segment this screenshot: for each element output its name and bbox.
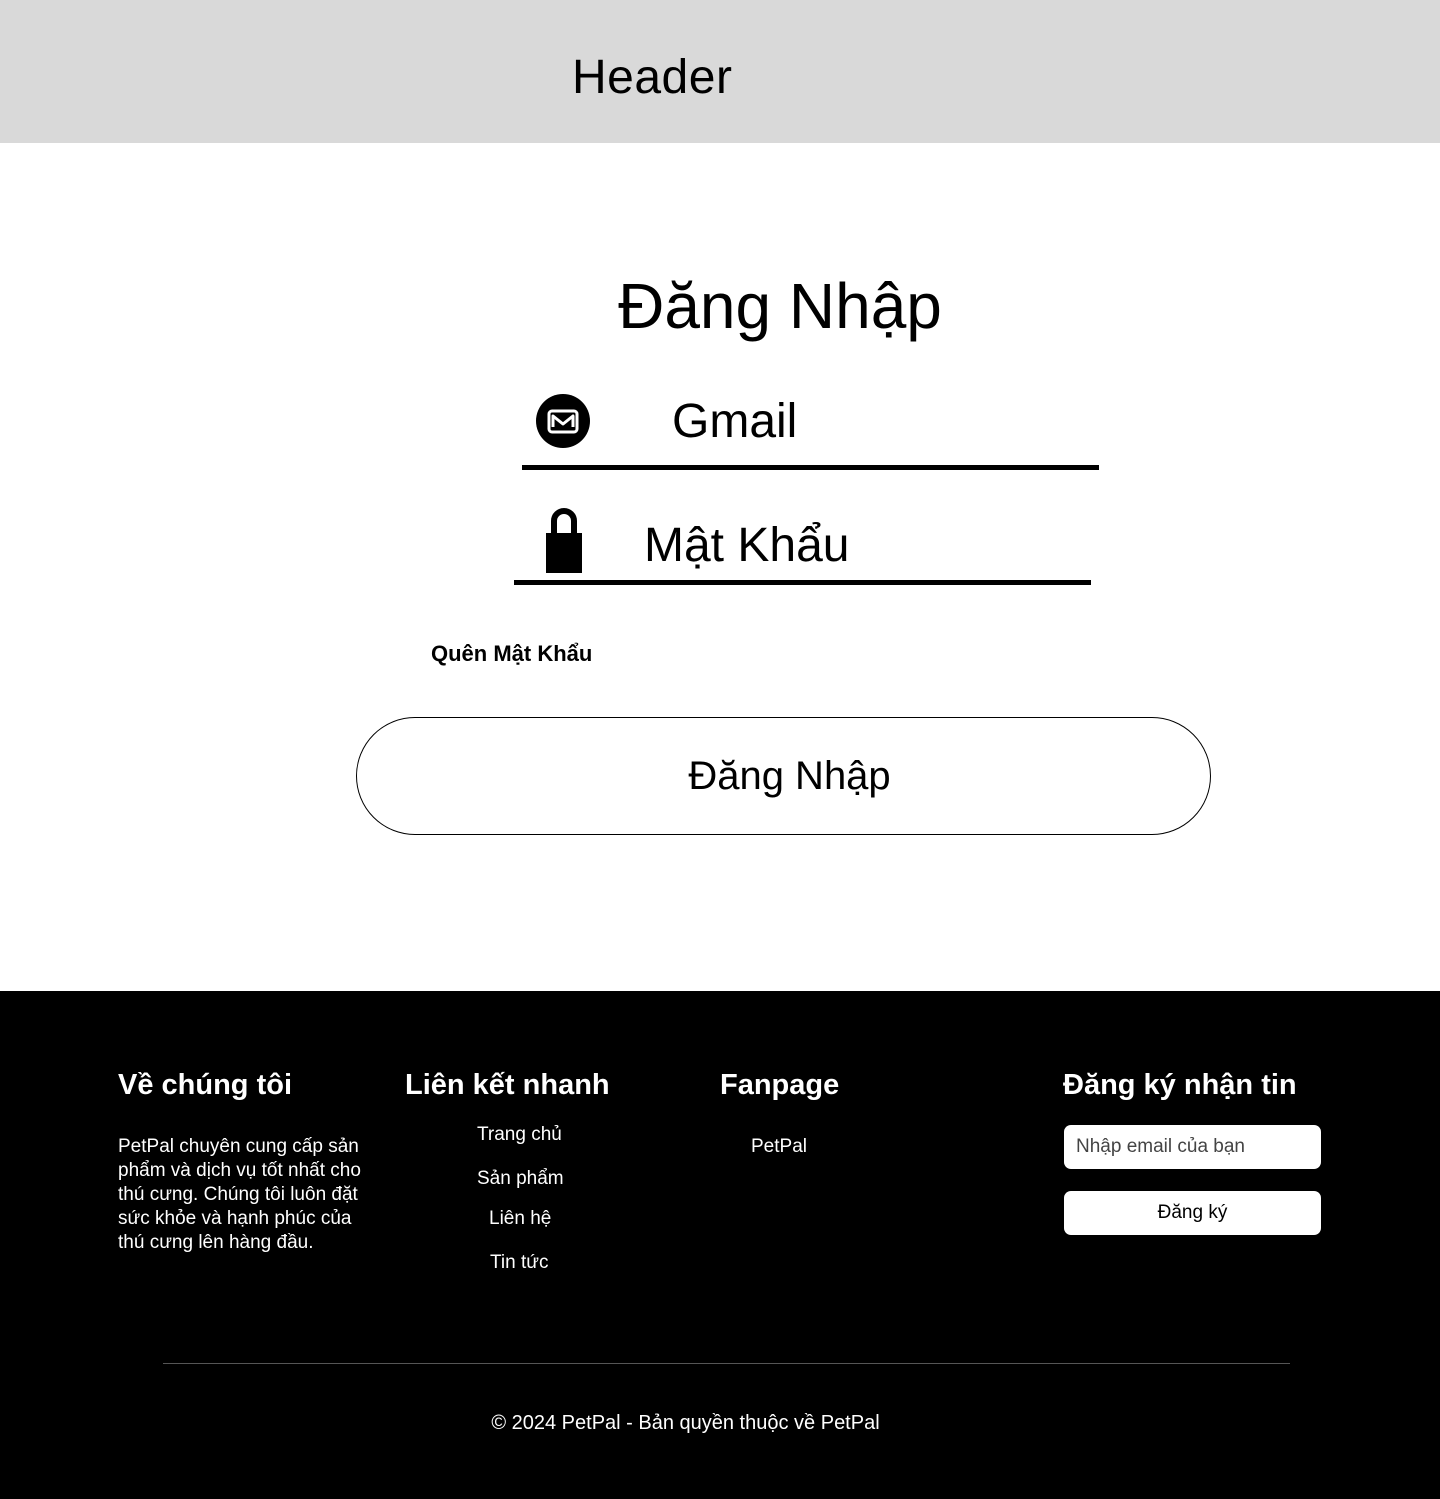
gmail-icon <box>536 394 590 448</box>
footer-divider <box>163 1363 1290 1364</box>
footer-link-contact[interactable]: Liên hệ <box>489 1207 551 1231</box>
newsletter-heading: Đăng ký nhận tin <box>1063 1069 1297 1101</box>
header: Header <box>0 0 1440 143</box>
fanpage-heading: Fanpage <box>720 1069 840 1101</box>
footer-link-news[interactable]: Tin tức <box>490 1251 548 1275</box>
header-title: Header <box>572 51 733 104</box>
subscribe-button[interactable]: Đăng ký <box>1064 1191 1321 1235</box>
about-text: PetPal chuyên cung cấp sản phẩm và dịch … <box>118 1136 361 1253</box>
login-title: Đăng Nhập <box>618 270 942 342</box>
email-underline <box>522 465 1099 470</box>
fanpage-link-petpal[interactable]: PetPal <box>751 1135 807 1159</box>
password-label: Mật Khẩu <box>644 519 850 572</box>
newsletter-email-input[interactable] <box>1064 1125 1321 1169</box>
about-heading: Về chúng tôi <box>118 1069 292 1101</box>
password-underline <box>514 580 1091 585</box>
footer-link-products[interactable]: Sản phẩm <box>477 1167 564 1191</box>
login-button[interactable]: Đăng Nhập <box>356 717 1211 835</box>
footer: Về chúng tôi PetPal chuyên cung cấp sản … <box>0 991 1440 1499</box>
forgot-password-link[interactable]: Quên Mật Khẩu <box>431 640 592 668</box>
footer-link-home[interactable]: Trang chủ <box>477 1123 562 1147</box>
copyright-text: © 2024 PetPal - Bản quyền thuộc về PetPa… <box>491 1412 880 1434</box>
lock-icon <box>545 505 583 573</box>
quick-links-heading: Liên kết nhanh <box>405 1069 610 1101</box>
email-label: Gmail <box>672 395 798 448</box>
